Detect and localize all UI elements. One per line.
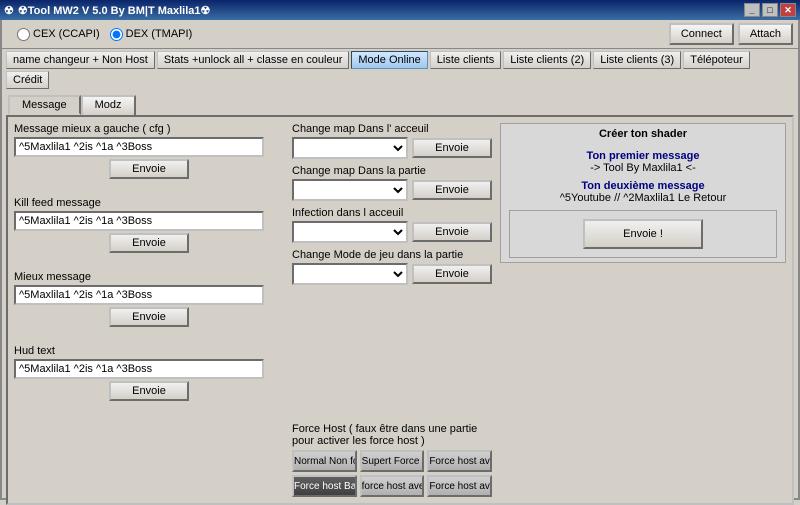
menu-stats[interactable]: Stats +unlock all + classe en couleur [157, 51, 350, 69]
shader-envoie-button[interactable]: Envoie ! [583, 219, 703, 249]
map-label-0: Change map Dans l' acceuil [292, 123, 492, 135]
attach-button[interactable]: Attach [738, 23, 793, 45]
map-group-3: Change Mode de jeu dans la partie Envoie [292, 249, 492, 285]
fh-btn-3[interactable]: Force host Basic [292, 475, 357, 497]
map-select-1[interactable] [292, 179, 408, 201]
msg-label-3: Hud text [14, 345, 284, 357]
top-toolbar: CEX (CCAPI) DEX (TMAPI) Connect Attach [2, 20, 798, 49]
window-title: ☢Tool MW2 V 5.0 By BM|T Maxlila1☢ [18, 4, 211, 17]
fh-btn-0[interactable]: Normal Non force Host [292, 450, 357, 472]
envoie-btn-2[interactable]: Envoie [109, 307, 189, 327]
force-host-section: Force Host ( faux être dans une partie p… [292, 423, 492, 497]
maximize-button[interactable]: □ [762, 3, 778, 17]
second-msg-title: Ton deuxième message [509, 180, 777, 192]
content-area: Message mieux a gauche ( cfg ) Envoie Ki… [6, 115, 794, 505]
msg-input-3[interactable] [14, 359, 264, 379]
msg-group-1: Kill feed message Envoie [14, 197, 284, 253]
map-envoie-1[interactable]: Envoie [412, 180, 492, 200]
menu-liste-clients-3[interactable]: Liste clients (3) [593, 51, 681, 69]
middle-column: Change map Dans l' acceuil Envoie Change… [292, 123, 492, 497]
second-msg-value: ^5Youtube // ^2Maxlila1 Le Retour [509, 192, 777, 204]
fh-btn-1[interactable]: Supert Force Host [360, 450, 425, 472]
menu-bar: name changeur + Non Host Stats +unlock a… [2, 49, 798, 91]
tab-message[interactable]: Message [8, 95, 81, 115]
map-group-0: Change map Dans l' acceuil Envoie [292, 123, 492, 159]
title-bar: ☢ ☢Tool MW2 V 5.0 By BM|T Maxlila1☢ _ □ … [0, 0, 800, 20]
first-msg-title: Ton premier message [509, 150, 777, 162]
fh-btn-4[interactable]: force host avec 8 joueurs [360, 475, 425, 497]
shader-inner-border: Envoie ! [509, 210, 777, 258]
envoie-btn-3[interactable]: Envoie [109, 381, 189, 401]
force-host-label: Force Host ( faux être dans une partie p… [292, 423, 492, 447]
cex-radio-item[interactable]: CEX (CCAPI) [17, 28, 100, 41]
map-select-3[interactable] [292, 263, 408, 285]
tab-modz[interactable]: Modz [81, 95, 136, 115]
map-row-3: Envoie [292, 263, 492, 285]
msg-label-2: Mieux message [14, 271, 284, 283]
tab-bar: Message Modz [2, 91, 798, 115]
map-row-2: Envoie [292, 221, 492, 243]
fh-btn-5[interactable]: Force host avec 18 joueurs [427, 475, 492, 497]
api-radio-group: CEX (CCAPI) DEX (TMAPI) [17, 28, 192, 41]
top-buttons: Connect Attach [669, 23, 793, 45]
msg-input-2[interactable] [14, 285, 264, 305]
menu-credit[interactable]: Crédit [6, 71, 49, 89]
map-row-0: Envoie [292, 137, 492, 159]
left-column: Message mieux a gauche ( cfg ) Envoie Ki… [14, 123, 284, 497]
envoie-btn-1[interactable]: Envoie [109, 233, 189, 253]
first-msg-value: -> Tool By Maxlila1 <- [509, 162, 777, 174]
msg-input-0[interactable] [14, 137, 264, 157]
shader-group: Créer ton shader Ton premier message -> … [500, 123, 786, 263]
map-envoie-2[interactable]: Envoie [412, 222, 492, 242]
map-label-3: Change Mode de jeu dans la partie [292, 249, 492, 261]
cex-label: CEX (CCAPI) [33, 28, 100, 40]
dex-radio[interactable] [110, 28, 123, 41]
map-select-0[interactable] [292, 137, 408, 159]
menu-liste-clients[interactable]: Liste clients [430, 51, 501, 69]
map-select-2[interactable] [292, 221, 408, 243]
main-window: CEX (CCAPI) DEX (TMAPI) Connect Attach n… [0, 20, 800, 500]
msg-input-1[interactable] [14, 211, 264, 231]
dex-label: DEX (TMAPI) [126, 28, 193, 40]
msg-group-2: Mieux message Envoie [14, 271, 284, 327]
shader-title: Créer ton shader [509, 128, 777, 140]
app-icon: ☢ [4, 4, 14, 17]
map-envoie-0[interactable]: Envoie [412, 138, 492, 158]
msg-label-0: Message mieux a gauche ( cfg ) [14, 123, 284, 135]
minimize-button[interactable]: _ [744, 3, 760, 17]
map-row-1: Envoie [292, 179, 492, 201]
cex-radio[interactable] [17, 28, 30, 41]
envoie-btn-0[interactable]: Envoie [109, 159, 189, 179]
connect-button[interactable]: Connect [669, 23, 734, 45]
menu-mode-online[interactable]: Mode Online [351, 51, 427, 69]
map-group-1: Change map Dans la partie Envoie [292, 165, 492, 201]
dex-radio-item[interactable]: DEX (TMAPI) [110, 28, 193, 41]
msg-group-0: Message mieux a gauche ( cfg ) Envoie [14, 123, 284, 179]
fh-btn-2[interactable]: Force host avec 12 joueurs [427, 450, 492, 472]
right-column: Créer ton shader Ton premier message -> … [500, 123, 786, 497]
msg-label-1: Kill feed message [14, 197, 284, 209]
menu-telepoteur[interactable]: Télépoteur [683, 51, 750, 69]
msg-group-3: Hud text Envoie [14, 345, 284, 401]
close-button[interactable]: ✕ [780, 3, 796, 17]
map-label-1: Change map Dans la partie [292, 165, 492, 177]
force-host-grid: Normal Non force Host Supert Force Host … [292, 450, 492, 497]
map-group-2: Infection dans l acceuil Envoie [292, 207, 492, 243]
map-label-2: Infection dans l acceuil [292, 207, 492, 219]
map-envoie-3[interactable]: Envoie [412, 264, 492, 284]
menu-liste-clients-2[interactable]: Liste clients (2) [503, 51, 591, 69]
menu-name-changeur[interactable]: name changeur + Non Host [6, 51, 155, 69]
